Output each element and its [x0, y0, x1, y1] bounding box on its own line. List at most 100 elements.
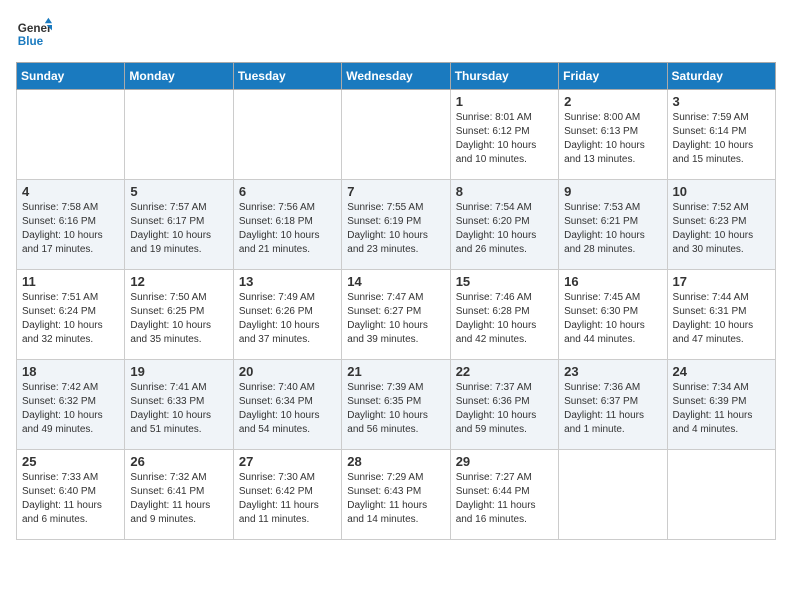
- day-number: 13: [239, 274, 336, 289]
- calendar-cell: 29 Sunrise: 7:27 AM Sunset: 6:44 PM Dayli…: [450, 450, 558, 540]
- calendar-cell: 26 Sunrise: 7:32 AM Sunset: 6:41 PM Dayli…: [125, 450, 233, 540]
- day-info: Sunrise: 7:53 AM Sunset: 6:21 PM Dayligh…: [564, 201, 661, 257]
- day-info: Sunrise: 7:30 AM Sunset: 6:42 PM Dayligh…: [239, 471, 336, 527]
- day-info: Sunrise: 7:47 AM Sunset: 6:27 PM Dayligh…: [347, 291, 444, 347]
- weekday-header-thursday: Thursday: [450, 63, 558, 90]
- calendar-cell: 15 Sunrise: 7:46 AM Sunset: 6:28 PM Dayli…: [450, 270, 558, 360]
- day-number: 8: [456, 184, 553, 199]
- weekday-header-sunday: Sunday: [17, 63, 125, 90]
- day-info: Sunrise: 7:40 AM Sunset: 6:34 PM Dayligh…: [239, 381, 336, 437]
- calendar-cell: [17, 90, 125, 180]
- day-info: Sunrise: 7:46 AM Sunset: 6:28 PM Dayligh…: [456, 291, 553, 347]
- day-info: Sunrise: 7:55 AM Sunset: 6:19 PM Dayligh…: [347, 201, 444, 257]
- day-info: Sunrise: 7:50 AM Sunset: 6:25 PM Dayligh…: [130, 291, 227, 347]
- calendar-cell: 22Sunrise: 7:37 AM Sunset: 6:36 PM Dayli…: [450, 360, 558, 450]
- day-info: Sunrise: 7:37 AM Sunset: 6:36 PM Dayligh…: [456, 381, 553, 437]
- day-number: 15: [456, 274, 553, 289]
- calendar-cell: [342, 90, 450, 180]
- calendar-cell: 16 Sunrise: 7:45 AM Sunset: 6:30 PM Dayli…: [559, 270, 667, 360]
- calendar-cell: 17 Sunrise: 7:44 AM Sunset: 6:31 PM Dayli…: [667, 270, 775, 360]
- day-info: Sunrise: 8:00 AM Sunset: 6:13 PM Dayligh…: [564, 111, 661, 167]
- calendar-cell: 12 Sunrise: 7:50 AM Sunset: 6:25 PM Dayli…: [125, 270, 233, 360]
- day-number: 27: [239, 454, 336, 469]
- day-info: Sunrise: 7:58 AM Sunset: 6:16 PM Dayligh…: [22, 201, 119, 257]
- day-info: Sunrise: 7:33 AM Sunset: 6:40 PM Dayligh…: [22, 471, 119, 527]
- day-info: Sunrise: 7:27 AM Sunset: 6:44 PM Dayligh…: [456, 471, 553, 527]
- calendar-week-row: 11 Sunrise: 7:51 AM Sunset: 6:24 PM Dayli…: [17, 270, 776, 360]
- day-info: Sunrise: 7:32 AM Sunset: 6:41 PM Dayligh…: [130, 471, 227, 527]
- day-number: 5: [130, 184, 227, 199]
- day-number: 4: [22, 184, 119, 199]
- calendar-cell: 25 Sunrise: 7:33 AM Sunset: 6:40 PM Dayli…: [17, 450, 125, 540]
- calendar-cell: 1 Sunrise: 8:01 AM Sunset: 6:12 PM Daylig…: [450, 90, 558, 180]
- day-number: 11: [22, 274, 119, 289]
- day-number: 20: [239, 364, 336, 379]
- logo: General Blue: [16, 16, 52, 52]
- day-info: Sunrise: 7:54 AM Sunset: 6:20 PM Dayligh…: [456, 201, 553, 257]
- calendar-cell: 23 Sunrise: 7:36 AM Sunset: 6:37 PM Dayli…: [559, 360, 667, 450]
- calendar-cell: 2 Sunrise: 8:00 AM Sunset: 6:13 PM Daylig…: [559, 90, 667, 180]
- calendar-cell: 27 Sunrise: 7:30 AM Sunset: 6:42 PM Dayli…: [233, 450, 341, 540]
- day-info: Sunrise: 7:41 AM Sunset: 6:33 PM Dayligh…: [130, 381, 227, 437]
- day-info: Sunrise: 7:51 AM Sunset: 6:24 PM Dayligh…: [22, 291, 119, 347]
- calendar-cell: 19 Sunrise: 7:41 AM Sunset: 6:33 PM Dayli…: [125, 360, 233, 450]
- day-number: 21: [347, 364, 444, 379]
- day-info: Sunrise: 7:45 AM Sunset: 6:30 PM Dayligh…: [564, 291, 661, 347]
- weekday-header-friday: Friday: [559, 63, 667, 90]
- day-info: Sunrise: 7:42 AM Sunset: 6:32 PM Dayligh…: [22, 381, 119, 437]
- weekday-header-row: SundayMondayTuesdayWednesdayThursdayFrid…: [17, 63, 776, 90]
- calendar-cell: 6 Sunrise: 7:56 AM Sunset: 6:18 PM Daylig…: [233, 180, 341, 270]
- calendar-cell: 3Sunrise: 7:59 AM Sunset: 6:14 PM Daylig…: [667, 90, 775, 180]
- calendar-week-row: 4 Sunrise: 7:58 AM Sunset: 6:16 PM Daylig…: [17, 180, 776, 270]
- calendar-cell: 21 Sunrise: 7:39 AM Sunset: 6:35 PM Dayli…: [342, 360, 450, 450]
- calendar-cell: 24Sunrise: 7:34 AM Sunset: 6:39 PM Dayli…: [667, 360, 775, 450]
- day-info: Sunrise: 7:44 AM Sunset: 6:31 PM Dayligh…: [673, 291, 770, 347]
- weekday-header-tuesday: Tuesday: [233, 63, 341, 90]
- day-info: Sunrise: 7:29 AM Sunset: 6:43 PM Dayligh…: [347, 471, 444, 527]
- day-number: 16: [564, 274, 661, 289]
- day-info: Sunrise: 7:49 AM Sunset: 6:26 PM Dayligh…: [239, 291, 336, 347]
- calendar-cell: 18 Sunrise: 7:42 AM Sunset: 6:32 PM Dayli…: [17, 360, 125, 450]
- calendar-cell: 9Sunrise: 7:53 AM Sunset: 6:21 PM Daylig…: [559, 180, 667, 270]
- day-number: 26: [130, 454, 227, 469]
- day-info: Sunrise: 7:52 AM Sunset: 6:23 PM Dayligh…: [673, 201, 770, 257]
- calendar-cell: 7 Sunrise: 7:55 AM Sunset: 6:19 PM Daylig…: [342, 180, 450, 270]
- calendar-cell: 5 Sunrise: 7:57 AM Sunset: 6:17 PM Daylig…: [125, 180, 233, 270]
- day-number: 1: [456, 94, 553, 109]
- day-info: Sunrise: 7:36 AM Sunset: 6:37 PM Dayligh…: [564, 381, 661, 437]
- weekday-header-wednesday: Wednesday: [342, 63, 450, 90]
- svg-text:Blue: Blue: [18, 35, 44, 48]
- svg-text:General: General: [18, 22, 52, 35]
- day-info: Sunrise: 7:57 AM Sunset: 6:17 PM Dayligh…: [130, 201, 227, 257]
- calendar-cell: [559, 450, 667, 540]
- day-number: 12: [130, 274, 227, 289]
- calendar-cell: 20 Sunrise: 7:40 AM Sunset: 6:34 PM Dayli…: [233, 360, 341, 450]
- day-info: Sunrise: 7:34 AM Sunset: 6:39 PM Dayligh…: [673, 381, 770, 437]
- calendar-cell: 28 Sunrise: 7:29 AM Sunset: 6:43 PM Dayli…: [342, 450, 450, 540]
- day-number: 18: [22, 364, 119, 379]
- day-number: 17: [673, 274, 770, 289]
- day-info: Sunrise: 7:39 AM Sunset: 6:35 PM Dayligh…: [347, 381, 444, 437]
- day-number: 7: [347, 184, 444, 199]
- day-number: 6: [239, 184, 336, 199]
- calendar-week-row: 25 Sunrise: 7:33 AM Sunset: 6:40 PM Dayli…: [17, 450, 776, 540]
- day-number: 25: [22, 454, 119, 469]
- day-number: 10: [673, 184, 770, 199]
- day-number: 2: [564, 94, 661, 109]
- day-info: Sunrise: 8:01 AM Sunset: 6:12 PM Dayligh…: [456, 111, 553, 167]
- day-info: Sunrise: 7:56 AM Sunset: 6:18 PM Dayligh…: [239, 201, 336, 257]
- day-number: 29: [456, 454, 553, 469]
- day-number: 19: [130, 364, 227, 379]
- day-number: 28: [347, 454, 444, 469]
- calendar-week-row: 18 Sunrise: 7:42 AM Sunset: 6:32 PM Dayli…: [17, 360, 776, 450]
- calendar-cell: 14 Sunrise: 7:47 AM Sunset: 6:27 PM Dayli…: [342, 270, 450, 360]
- weekday-header-saturday: Saturday: [667, 63, 775, 90]
- day-number: 23: [564, 364, 661, 379]
- calendar-cell: 8 Sunrise: 7:54 AM Sunset: 6:20 PM Daylig…: [450, 180, 558, 270]
- page-header: General Blue: [16, 16, 776, 52]
- calendar-cell: [233, 90, 341, 180]
- calendar-cell: [667, 450, 775, 540]
- day-number: 14: [347, 274, 444, 289]
- calendar-week-row: 1 Sunrise: 8:01 AM Sunset: 6:12 PM Daylig…: [17, 90, 776, 180]
- calendar-cell: 4 Sunrise: 7:58 AM Sunset: 6:16 PM Daylig…: [17, 180, 125, 270]
